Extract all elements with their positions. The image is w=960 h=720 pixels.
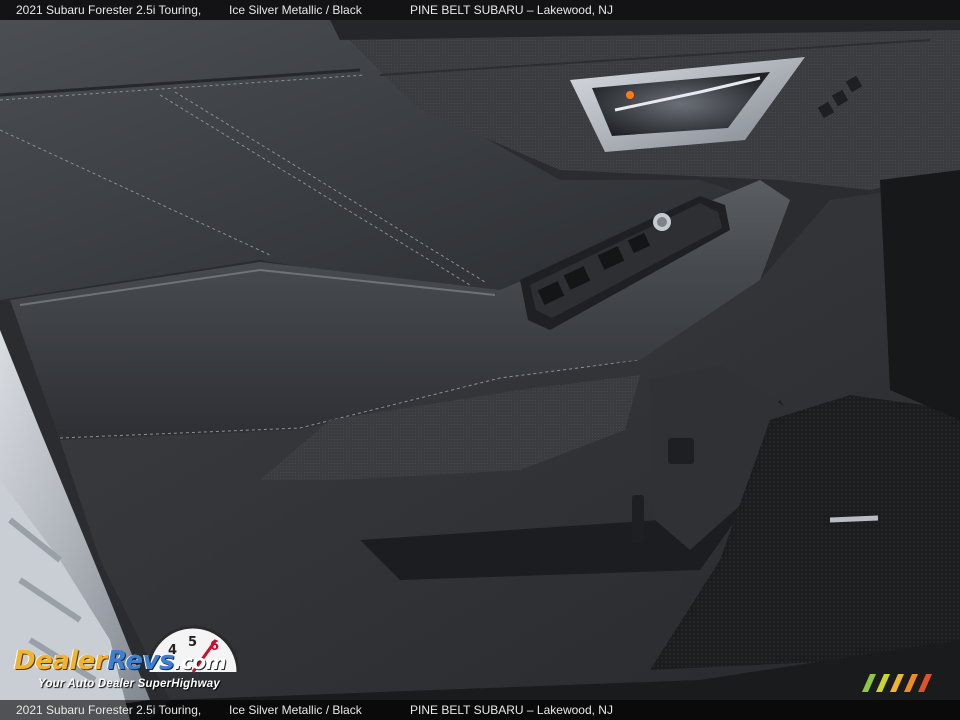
dealerrevs-watermark: 4 5 6 DealerRevs.com Your Auto Dealer Su…	[10, 624, 270, 696]
dealerrevs-tagline: Your Auto Dealer SuperHighway	[38, 678, 220, 690]
caption-dealer: PINE BELT SUBARU – Lakewood, NJ	[410, 703, 613, 717]
caption-dealer: PINE BELT SUBARU – Lakewood, NJ	[410, 3, 613, 17]
caption-bar-top: 2021 Subaru Forester 2.5i Touring, Ice S…	[0, 0, 960, 20]
caption-color: Ice Silver Metallic / Black	[229, 3, 362, 17]
caption-model: 2021 Subaru Forester 2.5i Touring,	[16, 703, 202, 717]
dealerrevs-logo: DealerRevs.com	[14, 646, 226, 676]
caption-color: Ice Silver Metallic / Black	[229, 703, 362, 717]
caption-bar-bottom: 2021 Subaru Forester 2.5i Touring, Ice S…	[0, 700, 960, 720]
brand-stripes-icon	[862, 674, 932, 692]
caption-model: 2021 Subaru Forester 2.5i Touring,	[16, 3, 202, 17]
door-panel-photo	[0, 0, 960, 720]
